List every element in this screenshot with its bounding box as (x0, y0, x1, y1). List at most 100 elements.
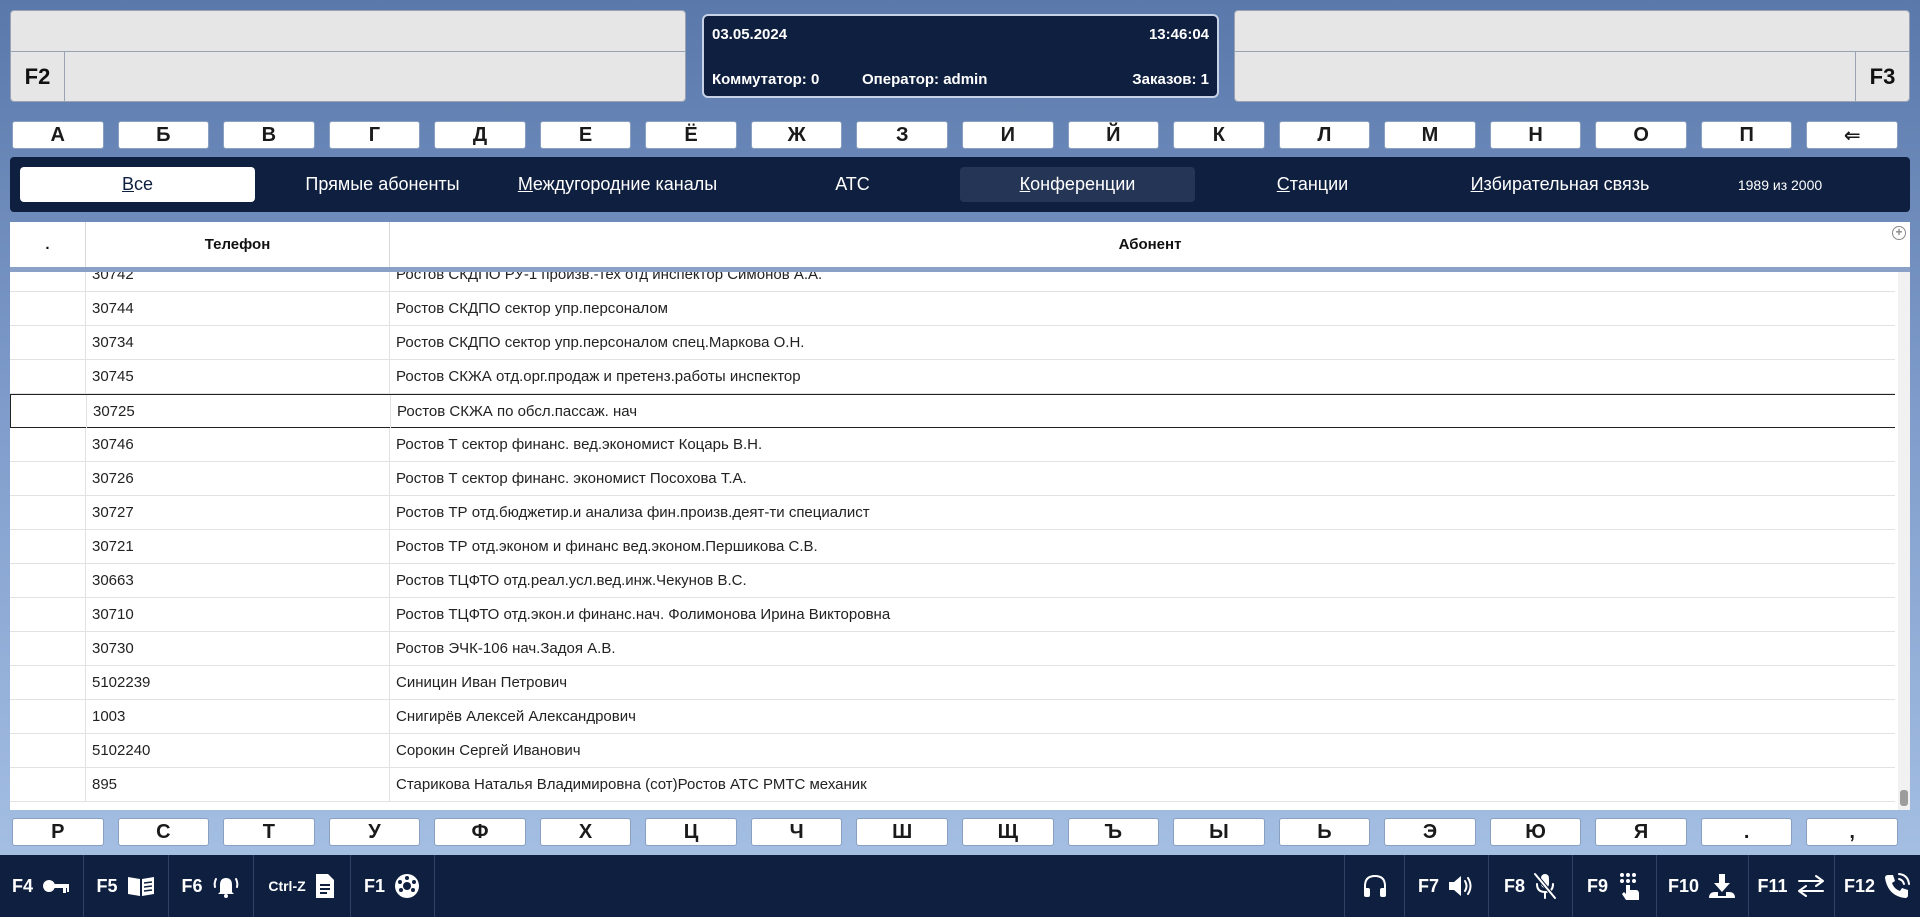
letter-key[interactable]: . (1700, 818, 1793, 846)
letter-key[interactable]: , (1806, 818, 1898, 846)
letter-key[interactable]: С (117, 818, 210, 846)
table-row[interactable]: 30734 Ростов СКДПО сектор упр.персоналом … (10, 326, 1895, 360)
letter-key[interactable]: Ё (645, 121, 737, 149)
f3-key[interactable]: F3 (1855, 52, 1909, 101)
letter-key[interactable]: Щ (962, 818, 1054, 846)
fn-button-f4[interactable]: F4 (0, 855, 84, 917)
table-row[interactable]: 5102240 Сорокин Сергей Иванович (10, 734, 1895, 768)
letter-key[interactable]: ⇐ (1806, 121, 1898, 149)
add-column-icon[interactable]: + (1892, 226, 1906, 240)
tab-selective-communication[interactable]: Избирательная связь (1430, 167, 1690, 202)
letter-key[interactable]: Я (1595, 818, 1687, 846)
subscriber-cell: Ростов СКДПО сектор упр.персоналом (396, 300, 668, 317)
table-row[interactable]: 895 Старикова Наталья Владимировна (сот)Р… (10, 768, 1895, 802)
fn-button-f11[interactable]: F11 (1748, 855, 1834, 917)
fn-button-ctrlz[interactable]: Ctrl-Z (254, 855, 351, 917)
phone-cell: 30710 (86, 598, 390, 631)
letter-key[interactable]: Д (434, 121, 526, 149)
fn-key-label: F6 (181, 875, 203, 896)
table-row[interactable]: 30742 Ростов СКДПО РУ-1 произв.-тех отд и… (10, 272, 1895, 292)
letter-key[interactable]: Х (539, 818, 632, 846)
table-row[interactable]: 30730 Ростов ЭЧК-106 нач.Задоя А.В. (10, 632, 1895, 666)
tab-stations[interactable]: Станции (1195, 167, 1430, 202)
fn-button-f10[interactable]: F10 (1656, 855, 1748, 917)
tab-long-distance-channels[interactable]: Междугородние каналы (500, 167, 735, 202)
fn-button-f7[interactable]: F7 (1404, 855, 1488, 917)
fn-button-f9[interactable]: F9 (1572, 855, 1656, 917)
phone-cell: 5102239 (86, 666, 390, 699)
subscriber-cell: Ростов СКДПО сектор упр.персоналом спец.… (396, 334, 805, 351)
letter-key[interactable]: У (328, 818, 421, 846)
fn-button-f1[interactable]: F1 (351, 855, 435, 917)
row-marker-cell (11, 395, 87, 428)
row-marker-cell (10, 496, 86, 529)
subscriber-cell: Старикова Наталья Владимировна (сот)Рост… (396, 776, 867, 793)
letter-key[interactable]: В (223, 121, 315, 149)
fn-button-f12[interactable]: F12 (1834, 855, 1920, 917)
phone-cell: 30727 (86, 496, 390, 529)
letter-key[interactable]: Ч (750, 818, 843, 846)
letter-key[interactable]: Ю (1489, 818, 1582, 846)
table-row[interactable]: 30727 Ростов ТР отд.бюджетир.и анализа фи… (10, 496, 1895, 530)
column-header-phone[interactable]: Телефон (86, 222, 390, 267)
scrollbar-thumb[interactable] (1900, 790, 1908, 806)
column-header-subscriber[interactable]: Абонент (390, 222, 1910, 267)
table-row-selected[interactable]: 30725 Ростов СКЖА по обсл.пассаж. нач (10, 394, 1895, 428)
fn-button-f6[interactable]: F6 (169, 855, 254, 917)
letter-key[interactable]: Й (1067, 121, 1160, 149)
letter-key[interactable]: Ф (434, 818, 526, 846)
f2-key[interactable]: F2 (11, 52, 65, 101)
tab-direct-subscribers[interactable]: Прямые абоненты (265, 167, 500, 202)
letter-key[interactable]: Ъ (1067, 818, 1160, 846)
letter-key[interactable]: Р (12, 818, 104, 846)
letter-key[interactable]: З (856, 121, 948, 149)
tab-all[interactable]: Все (20, 167, 255, 202)
table-row[interactable]: 30663 Ростов ТЦФТО отд.реал.усл.вед.инж.Ч… (10, 564, 1895, 598)
table-row[interactable]: 30746 Ростов Т сектор финанс. вед.экономи… (10, 428, 1895, 462)
phone-cell: 30742 (86, 272, 390, 291)
letter-key[interactable]: Ц (645, 818, 737, 846)
letter-key[interactable]: П (1700, 121, 1793, 149)
row-marker-cell (10, 360, 86, 393)
letter-key[interactable]: Н (1489, 121, 1582, 149)
letter-key[interactable]: И (962, 121, 1054, 149)
letter-key[interactable]: А (12, 121, 104, 149)
fn-button-f5[interactable]: F5 (84, 855, 169, 917)
table-row[interactable]: 30726 Ростов Т сектор финанс. экономист П… (10, 462, 1895, 496)
row-marker-cell (10, 734, 86, 767)
table-row[interactable]: 30744 Ростов СКДПО сектор упр.персоналом (10, 292, 1895, 326)
table-row[interactable]: 1003 Снигирёв Алексей Александрович (10, 700, 1895, 734)
alphabet-row-top: А Б В Г Д Е Ё Ж З И Й К Л М Н О П ⇐ (10, 121, 1910, 149)
headset-button[interactable] (1344, 855, 1404, 917)
fn-key-label: Ctrl-Z (268, 878, 306, 894)
letter-key[interactable]: Э (1384, 818, 1476, 846)
letter-key[interactable]: К (1173, 121, 1265, 149)
letter-key[interactable]: Е (539, 121, 632, 149)
table-row[interactable]: 5102239 Синицин Иван Петрович (10, 666, 1895, 700)
tab-conferences[interactable]: Конференции (960, 167, 1195, 202)
letter-key[interactable]: Ь (1278, 818, 1371, 846)
letter-key[interactable]: Ы (1173, 818, 1265, 846)
fn-button-f8[interactable]: F8 (1488, 855, 1572, 917)
letter-key[interactable]: Б (117, 121, 210, 149)
letter-key[interactable]: М (1384, 121, 1476, 149)
swap-arrows-icon (1796, 874, 1826, 898)
table-row[interactable]: 30745 Ростов СКЖА отд.орг.продаж и претен… (10, 360, 1895, 394)
letter-key[interactable]: Ж (750, 121, 843, 149)
fn-key-label: F5 (96, 875, 118, 896)
table-scrollbar[interactable] (1898, 272, 1910, 810)
subscriber-cell: Ростов Т сектор финанс. экономист Посохо… (396, 470, 747, 487)
letter-key[interactable]: О (1595, 121, 1687, 149)
subscribers-table: . Телефон Абонент + 30742 Ростов СКДПО РУ… (10, 222, 1910, 810)
tab-ats[interactable]: АТС (735, 167, 970, 202)
book-icon (126, 874, 156, 898)
letter-key[interactable]: Л (1278, 121, 1371, 149)
table-row[interactable]: 30721 Ростов ТР отд.эконом и финанс вед.э… (10, 530, 1895, 564)
letter-key[interactable]: Г (328, 121, 421, 149)
letter-key[interactable]: Т (223, 818, 315, 846)
right-panel-bottom-row: F3 (1235, 52, 1909, 101)
table-row[interactable]: 30710 Ростов ТЦФТО отд.экон.и финанс.нач.… (10, 598, 1895, 632)
column-header-marker[interactable]: . (10, 222, 86, 267)
phone-cell: 895 (86, 768, 390, 801)
letter-key[interactable]: Ш (856, 818, 948, 846)
